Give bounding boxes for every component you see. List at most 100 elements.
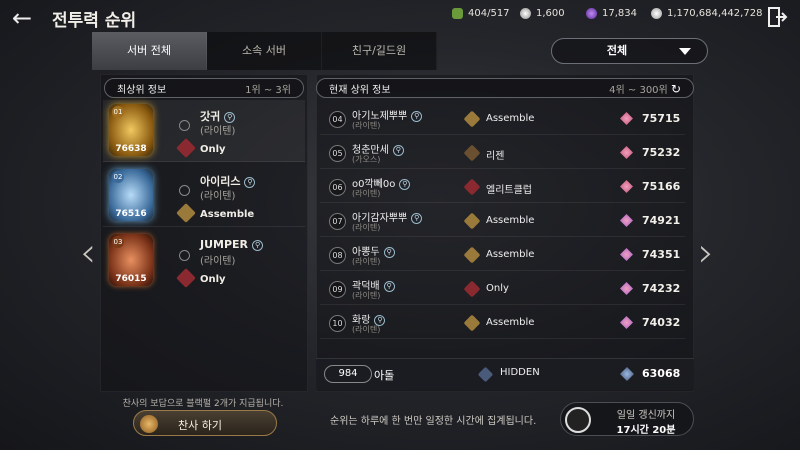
score-emblem-icon xyxy=(620,146,633,159)
refresh-icon[interactable]: ↻ xyxy=(671,82,681,96)
rank-score: 74232 xyxy=(642,282,681,295)
guild-crest-icon xyxy=(463,212,481,230)
back-arrow-icon[interactable]: ← xyxy=(12,6,40,30)
currency-green-gem: 404/517 xyxy=(452,8,510,19)
rank-score: 75166 xyxy=(642,180,681,193)
ranking-row[interactable]: 10 화랑 ⚲ (라이텐) Assemble 74032 xyxy=(320,308,685,339)
guild-crest-icon xyxy=(477,366,494,383)
score-emblem-icon xyxy=(620,248,633,261)
player-info-icon xyxy=(179,120,190,131)
silver-rank-emblem-icon: 02 76516 xyxy=(109,169,153,221)
score-emblem-icon xyxy=(620,112,633,125)
search-icon[interactable]: ⚲ xyxy=(383,280,395,292)
server-name: (라이텐) xyxy=(352,291,381,300)
my-name: 아돌 xyxy=(374,369,395,382)
guild-name: Only xyxy=(200,144,226,155)
rank-score: 76638 xyxy=(115,144,147,154)
server-name: (라이텐) xyxy=(352,223,381,232)
guild-name: 리젠 xyxy=(486,151,505,162)
score-emblem-icon xyxy=(620,316,633,329)
server-name: (라이텐) xyxy=(352,257,381,266)
ranking-row[interactable]: 09 곽덕배 ⚲ (라이텐) Only 74232 xyxy=(320,274,685,305)
rank-number: 05 xyxy=(329,145,346,162)
ranking-row[interactable]: 07 아기감자뿌뿌 ⚲ (라이텐) Assemble 74921 xyxy=(320,206,685,237)
tab-friends-guild[interactable]: 친구/길드원 xyxy=(322,32,437,70)
ranking-row[interactable]: 06 o0깍뻬0o ⚲ (라이텐) 엘리트클럽 75166 xyxy=(320,172,685,203)
guild-crest-icon xyxy=(463,246,481,264)
server-name: (라이텐) xyxy=(200,256,236,267)
top3-row[interactable]: 03 76015 JUMPER ⚲ (라이텐) Only xyxy=(103,230,305,292)
ranking-header: 현재 상위 정보 4위 ~ 300위 ↻ xyxy=(316,78,694,98)
tab-own-server[interactable]: 소속 서버 xyxy=(207,32,322,70)
cheer-notice: 찬사의 보답으로 블랙펄 2개가 지급됩니다. xyxy=(122,399,284,409)
rank-score: 74032 xyxy=(642,316,681,329)
guild-crest-icon xyxy=(176,203,196,223)
rank-score: 74351 xyxy=(642,248,681,261)
rank-number: 08 xyxy=(329,247,346,264)
guild-name: Only xyxy=(486,283,509,294)
search-icon[interactable]: ⚲ xyxy=(411,212,423,224)
rank-score: 76516 xyxy=(115,209,147,219)
filter-dropdown[interactable]: 전체 xyxy=(551,38,708,64)
chevron-down-icon xyxy=(679,48,691,55)
guild-name: Assemble xyxy=(486,317,535,328)
guild-crest-icon xyxy=(463,280,481,298)
search-icon[interactable]: ⚲ xyxy=(224,111,236,123)
rank-number: 09 xyxy=(329,281,346,298)
search-icon[interactable]: ⚲ xyxy=(399,178,411,190)
filter-label: 전체 xyxy=(606,44,628,57)
top3-row[interactable]: 02 76516 아이리스 ⚲ (라이텐) Assemble xyxy=(103,165,305,227)
tab-bar: 서버 전체 소속 서버 친구/길드원 xyxy=(92,32,437,70)
guild-crest-icon xyxy=(463,178,481,196)
ranking-row[interactable]: 04 아기노제뿌뿌 ⚲ (라이텐) Assemble 75715 xyxy=(320,104,685,135)
next-page-arrow-icon[interactable]: › xyxy=(698,230,714,276)
guild-crest-icon xyxy=(176,268,196,288)
guild-crest-icon xyxy=(463,110,481,128)
server-name: (가오스) xyxy=(352,155,381,164)
gold-rank-emblem-icon: 01 76638 xyxy=(109,104,153,156)
my-score: 63068 xyxy=(642,367,681,380)
player-info-icon xyxy=(179,250,190,261)
my-rank-number: 984 xyxy=(324,365,372,383)
my-rank-row[interactable]: 984 아돌 HIDDEN 63068 xyxy=(316,358,694,390)
currency-purple-gem: 17,834 xyxy=(586,8,637,19)
top3-row[interactable]: 01 76638 갓귀 ⚲ (라이텐) Only xyxy=(103,100,305,162)
search-icon[interactable]: ⚲ xyxy=(383,246,395,258)
currency-silver-coin: 1,600 xyxy=(520,8,565,19)
adena-coin-icon xyxy=(651,8,662,19)
refresh-timer: 일일 갱신까지 17시간 20분 xyxy=(560,402,694,436)
rank-score: 76015 xyxy=(115,274,147,284)
server-name: (라이텐) xyxy=(352,325,381,334)
player-name[interactable]: JUMPER ⚲ xyxy=(200,238,264,251)
ranking-row[interactable]: 05 청춘만세 ⚲ (가오스) 리젠 75232 xyxy=(320,138,685,169)
score-emblem-icon xyxy=(620,367,634,381)
cheer-button[interactable]: 찬사 하기 xyxy=(133,410,277,436)
search-icon[interactable]: ⚲ xyxy=(411,110,423,122)
guild-name: Assemble xyxy=(486,215,535,226)
rank-score: 75715 xyxy=(642,112,681,125)
rank-score: 74921 xyxy=(642,214,681,227)
server-name: (라이텐) xyxy=(200,126,236,137)
cheer-icon xyxy=(140,415,158,433)
rank-number: 06 xyxy=(329,179,346,196)
guild-name: Only xyxy=(200,274,226,285)
server-name: (라이텐) xyxy=(352,189,381,198)
exit-icon[interactable] xyxy=(766,6,788,28)
ranking-row[interactable]: 08 아뽕두 ⚲ (라이텐) Assemble 74351 xyxy=(320,240,685,271)
search-icon[interactable]: ⚲ xyxy=(252,239,264,251)
clock-icon xyxy=(565,407,591,433)
tab-server-all[interactable]: 서버 전체 xyxy=(92,32,207,70)
prev-page-arrow-icon[interactable]: ‹ xyxy=(80,230,96,276)
guild-name: Assemble xyxy=(486,113,535,124)
search-icon[interactable]: ⚲ xyxy=(244,176,256,188)
score-emblem-icon xyxy=(620,180,633,193)
purple-gem-icon xyxy=(586,8,597,19)
my-guild: HIDDEN xyxy=(500,367,540,378)
rank-number: 07 xyxy=(329,213,346,230)
server-name: (라이텐) xyxy=(200,191,236,202)
search-icon[interactable]: ⚲ xyxy=(392,144,404,156)
green-gem-icon xyxy=(452,8,463,19)
page-title: 전투력 순위 xyxy=(52,11,137,31)
guild-name: Assemble xyxy=(200,209,255,220)
top3-header: 최상위 정보 1위 ~ 3위 xyxy=(104,78,304,98)
